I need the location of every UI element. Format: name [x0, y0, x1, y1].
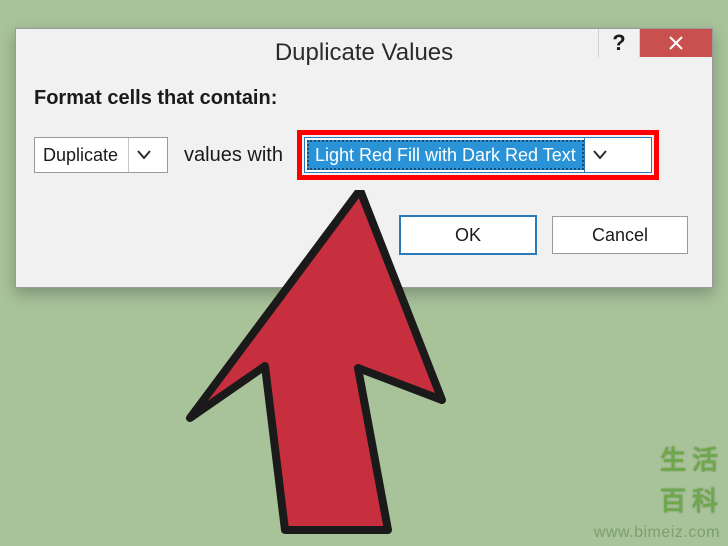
- chevron-down-icon: [137, 150, 151, 160]
- format-style-dropdown-value: Light Red Fill with Dark Red Text: [307, 140, 584, 170]
- chevron-down-icon: [593, 150, 607, 160]
- cancel-button[interactable]: Cancel: [552, 216, 688, 254]
- stage: Duplicate Values ? Format cells that con…: [0, 0, 728, 546]
- button-row: OK Cancel: [34, 216, 694, 254]
- watermark-char: 百: [660, 481, 686, 518]
- ok-button-label: OK: [455, 225, 481, 246]
- format-style-highlight: Light Red Fill with Dark Red Text: [297, 130, 659, 180]
- condition-dropdown[interactable]: Duplicate: [34, 137, 168, 173]
- condition-dropdown-arrow[interactable]: [128, 138, 159, 172]
- watermark-char: 生: [660, 440, 686, 477]
- dialog-title: Duplicate Values: [16, 39, 712, 67]
- watermark-url: www.bimeiz.com: [594, 524, 720, 542]
- watermark-char: 科: [692, 481, 718, 518]
- watermark-cjk: 生 活 百 科: [660, 440, 718, 518]
- watermark-char: 活: [692, 440, 718, 477]
- format-style-dropdown-arrow[interactable]: [584, 138, 615, 172]
- duplicate-values-dialog: Duplicate Values ? Format cells that con…: [15, 28, 713, 288]
- section-label: Format cells that contain:: [34, 87, 694, 110]
- condition-dropdown-value: Duplicate: [35, 145, 128, 166]
- ok-button[interactable]: OK: [400, 216, 536, 254]
- cancel-button-label: Cancel: [592, 225, 648, 246]
- values-with-label: values with: [184, 144, 283, 167]
- condition-row: Duplicate values with Light Red Fill wit…: [34, 130, 694, 180]
- titlebar: Duplicate Values ?: [16, 29, 712, 77]
- dialog-body: Format cells that contain: Duplicate val…: [16, 77, 712, 254]
- format-style-dropdown[interactable]: Light Red Fill with Dark Red Text: [304, 137, 652, 173]
